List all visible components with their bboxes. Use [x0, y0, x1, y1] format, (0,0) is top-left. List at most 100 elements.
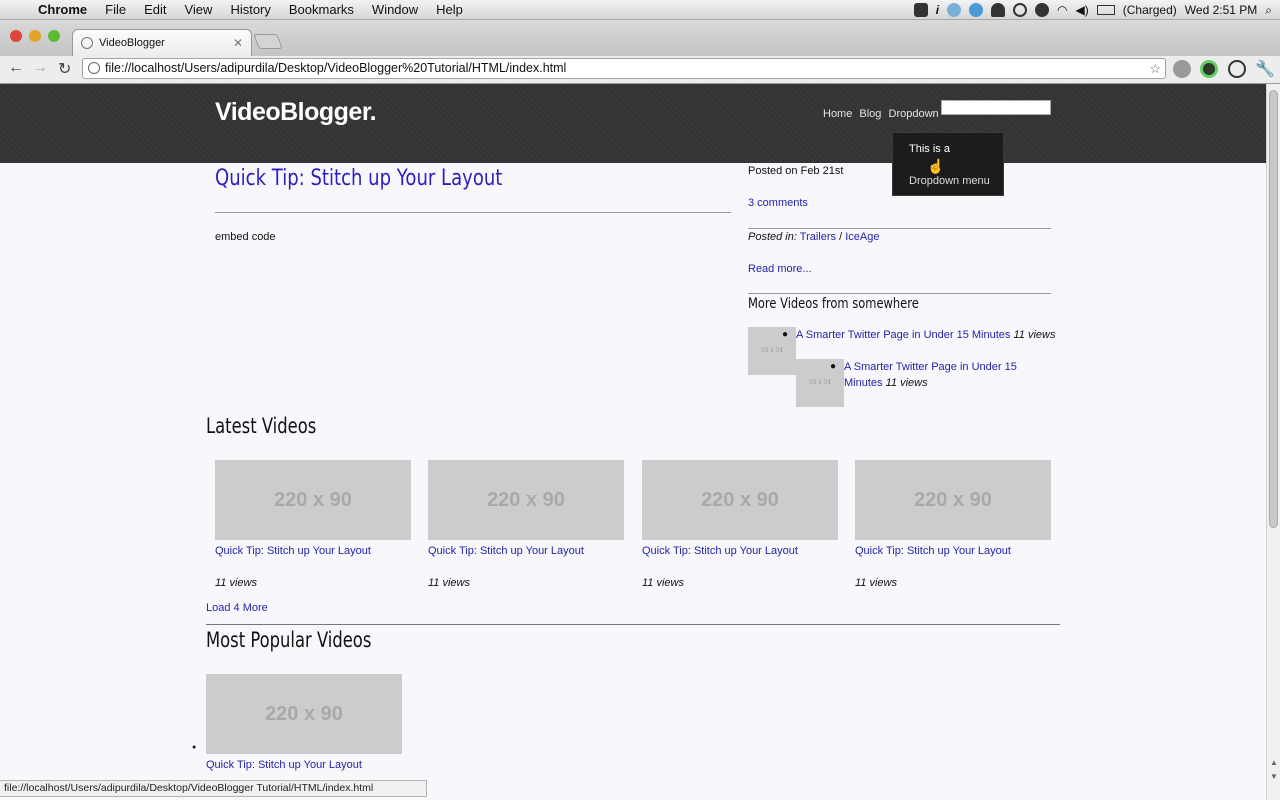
- video-thumbnail[interactable]: 220 x 90: [215, 460, 411, 540]
- more-video-link-cont[interactable]: Minutes: [844, 377, 883, 389]
- divider: [748, 293, 1051, 294]
- scrollbar-thumb[interactable]: [1269, 90, 1278, 528]
- menu-edit[interactable]: Edit: [135, 2, 175, 17]
- video-title-link[interactable]: Quick Tip: Stitch up Your Layout: [642, 545, 798, 557]
- menu-view[interactable]: View: [175, 2, 221, 17]
- load-more-link[interactable]: Load 4 More: [206, 602, 268, 614]
- page-viewport: VideoBlogger. Home Blog Dropdown Quick T…: [0, 84, 1266, 800]
- browser-tab-strip: VideoBlogger ✕: [0, 20, 1280, 56]
- notification-status-icon[interactable]: [991, 3, 1006, 17]
- app-status-icon[interactable]: [947, 3, 962, 17]
- nav-dropdown[interactable]: Dropdown: [889, 108, 939, 120]
- close-tab-icon[interactable]: ✕: [233, 36, 243, 50]
- hand-cursor-icon: ☝: [927, 158, 945, 174]
- minimize-window-icon[interactable]: [29, 30, 41, 42]
- page-scrollbar[interactable]: ▲ ▼: [1266, 84, 1280, 800]
- video-thumbnail[interactable]: 220 x 90: [855, 460, 1051, 540]
- scroll-down-icon[interactable]: ▼: [1270, 772, 1278, 781]
- post-body: embed code: [215, 231, 276, 243]
- battery-status: (Charged): [1122, 3, 1177, 17]
- video-thumbnail[interactable]: 220 x 90: [642, 460, 838, 540]
- clock[interactable]: Wed 2:51 PM: [1185, 3, 1257, 17]
- menu-help[interactable]: Help: [427, 2, 472, 17]
- search-input[interactable]: [941, 100, 1051, 115]
- list-item: A Smarter Twitter Page in Under 15 Minut…: [796, 327, 1055, 343]
- tab-videoblogger[interactable]: VideoBlogger ✕: [72, 29, 252, 56]
- skype-status-icon[interactable]: [969, 3, 984, 17]
- menubar-status-area: i ◠ ◀) (Charged) Wed 2:51 PM ⌕: [913, 0, 1272, 20]
- view-count: 11 views: [642, 577, 684, 589]
- record-status-icon[interactable]: [1035, 3, 1050, 17]
- menu-window[interactable]: Window: [363, 2, 427, 17]
- tab-title: VideoBlogger: [99, 37, 165, 49]
- view-count: 11 views: [215, 577, 257, 589]
- sync-extension-icon[interactable]: [1228, 60, 1246, 78]
- menu-app-name[interactable]: Chrome: [36, 2, 96, 17]
- popular-videos-heading: Most Popular Videos: [206, 628, 372, 652]
- volume-icon[interactable]: ◀): [1076, 3, 1089, 17]
- list-bullet: ●: [192, 744, 197, 751]
- dropdown-item[interactable]: This is a: [909, 143, 950, 155]
- more-video-link[interactable]: A Smarter Twitter Page in Under 15 Minut…: [796, 329, 1010, 341]
- zoom-window-icon[interactable]: [48, 30, 60, 42]
- post-date: Posted on Feb 21st: [748, 165, 844, 177]
- spotlight-icon[interactable]: ⌕: [1265, 3, 1272, 18]
- site-nav: Home Blog Dropdown: [823, 108, 943, 120]
- nav-blog[interactable]: Blog: [859, 108, 881, 120]
- video-title-link[interactable]: Quick Tip: Stitch up Your Layout: [428, 545, 584, 557]
- dropdown-item[interactable]: Dropdown menu: [909, 175, 990, 187]
- video-thumbnail[interactable]: 220 x 90: [206, 674, 402, 754]
- camera-status-icon[interactable]: [913, 3, 928, 17]
- new-tab-button[interactable]: [253, 34, 283, 49]
- nav-dropdown-menu: This is a Dropdown menu: [892, 132, 1004, 196]
- address-url: file://localhost/Users/adipurdila/Deskto…: [105, 61, 567, 75]
- gear-extension-icon[interactable]: [1173, 60, 1191, 78]
- video-thumbnail[interactable]: 54 x 54: [748, 327, 796, 375]
- latest-videos-heading: Latest Videos: [206, 414, 317, 438]
- scroll-up-icon[interactable]: ▲: [1270, 758, 1278, 767]
- more-video-link[interactable]: A Smarter Twitter Page in Under 15: [844, 361, 1017, 373]
- divider: [748, 228, 1051, 229]
- video-thumbnail[interactable]: 54 x 54: [796, 359, 844, 407]
- page-icon: [88, 62, 100, 74]
- browser-toolbar: ← → ↻ file://localhost/Users/adipurdila/…: [0, 56, 1280, 84]
- green-extension-icon[interactable]: [1200, 60, 1218, 78]
- divider: [215, 212, 731, 213]
- nav-home[interactable]: Home: [823, 108, 852, 120]
- posted-in-label: Posted in:: [748, 231, 797, 243]
- view-count: 11 views: [855, 577, 897, 589]
- view-count: 11 views: [428, 577, 470, 589]
- back-icon[interactable]: ←: [8, 59, 24, 77]
- info-status-icon[interactable]: i: [936, 3, 939, 17]
- macos-menubar: Chrome File Edit View History Bookmarks …: [0, 0, 1280, 20]
- forward-icon[interactable]: →: [32, 59, 48, 77]
- wifi-icon[interactable]: ◠: [1057, 3, 1067, 17]
- list-bullet: ●: [782, 329, 789, 340]
- video-title-link[interactable]: Quick Tip: Stitch up Your Layout: [855, 545, 1011, 557]
- more-videos-heading: More Videos from somewhere: [748, 296, 919, 312]
- video-thumbnail[interactable]: 220 x 90: [428, 460, 624, 540]
- bookmark-star-icon[interactable]: ☆: [1149, 59, 1161, 78]
- wrench-icon[interactable]: 🔧: [1255, 59, 1275, 79]
- site-logo[interactable]: VideoBlogger.: [215, 98, 377, 127]
- video-title-link[interactable]: Quick Tip: Stitch up Your Layout: [215, 545, 371, 557]
- category-separator: /: [836, 231, 846, 243]
- address-bar[interactable]: file://localhost/Users/adipurdila/Deskto…: [82, 58, 1166, 79]
- close-window-icon[interactable]: [10, 30, 22, 42]
- menu-file[interactable]: File: [96, 2, 135, 17]
- comments-link[interactable]: 3 comments: [748, 197, 808, 209]
- view-count: 11 views: [1013, 329, 1056, 341]
- view-count: 11 views: [885, 377, 928, 389]
- list-item: A Smarter Twitter Page in Under 15 Minut…: [844, 359, 1024, 391]
- battery-icon[interactable]: [1096, 5, 1115, 15]
- read-more-link[interactable]: Read more...: [748, 263, 812, 275]
- post-title[interactable]: Quick Tip: Stitch up Your Layout: [215, 166, 502, 191]
- reload-icon[interactable]: ↻: [58, 59, 71, 79]
- menu-history[interactable]: History: [221, 2, 279, 17]
- video-title-link[interactable]: Quick Tip: Stitch up Your Layout: [206, 759, 362, 771]
- category-link-trailers[interactable]: Trailers: [800, 231, 836, 243]
- status-bubble: file://localhost/Users/adipurdila/Deskto…: [0, 780, 427, 797]
- category-link-iceage[interactable]: IceAge: [845, 231, 879, 243]
- menu-bookmarks[interactable]: Bookmarks: [280, 2, 363, 17]
- sync-status-icon[interactable]: [1013, 3, 1028, 17]
